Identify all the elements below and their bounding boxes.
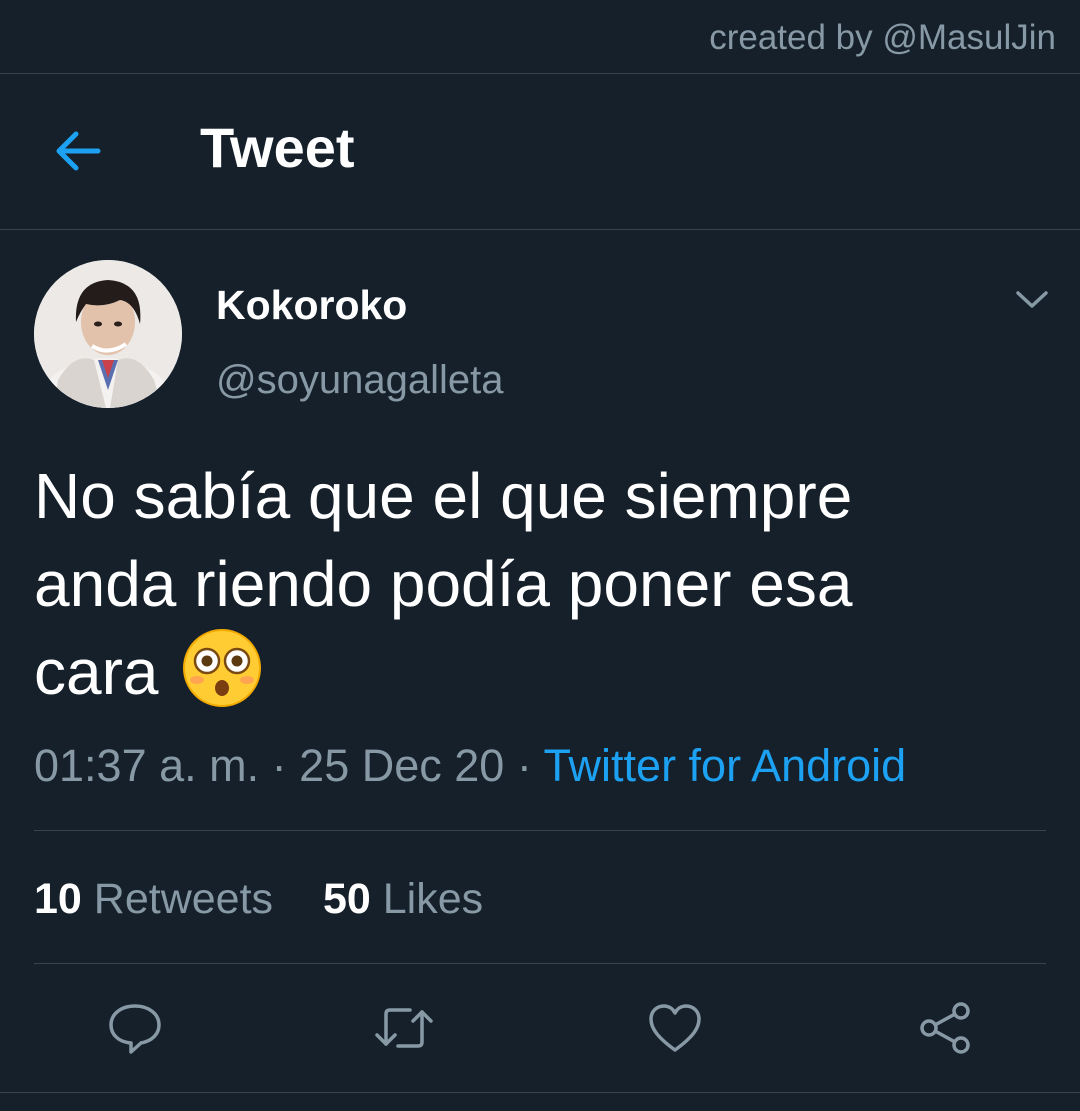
divider (34, 830, 1046, 831)
share-icon (920, 1002, 970, 1054)
tweet-header: Tweet (0, 74, 1080, 230)
chevron-down-icon (1016, 291, 1048, 308)
tweet-body: No sabía que el que siempre anda riendo … (34, 452, 994, 716)
retweets-count: 10 (34, 875, 82, 923)
top-bar: created by @MasulJin (0, 0, 1080, 74)
retweets-stat[interactable]: 10 Retweets (34, 875, 273, 923)
tweet-time: 01:37 a. m. (34, 740, 260, 791)
like-button[interactable] (645, 998, 705, 1058)
likes-stat[interactable]: 50 Likes (323, 875, 483, 923)
reply-button[interactable] (105, 998, 165, 1058)
likes-count: 50 (322, 875, 371, 923)
watermark-credit: created by @MasulJin (709, 18, 1056, 57)
retweets-label: Retweets (93, 875, 274, 923)
bottom-divider (0, 1092, 1080, 1093)
tweet-date: 25 Dec 20 (299, 740, 505, 791)
author-display-name[interactable]: Kokoroko (216, 285, 407, 326)
arrow-left-icon (56, 131, 101, 171)
likes-label: Likes (382, 875, 484, 923)
avatar-photo (34, 260, 182, 408)
tweet-meta: 01:37 a. m. · 25 Dec 20 · Twitter for An… (34, 740, 906, 792)
retweet-button[interactable] (374, 998, 434, 1058)
avatar[interactable] (34, 260, 182, 408)
reply-icon (109, 1004, 161, 1054)
tweet-stats: 10 Retweets 50 Likes (34, 874, 483, 924)
meta-separator: · (271, 740, 287, 791)
share-button[interactable] (915, 998, 975, 1058)
author-handle[interactable]: @soyunagalleta (216, 360, 503, 400)
back-button[interactable] (44, 118, 110, 184)
tweet-source-link[interactable]: Twitter for Android (544, 740, 907, 791)
flushed-face-icon (183, 629, 262, 707)
divider (34, 963, 1046, 964)
meta-separator-2: · (516, 740, 532, 791)
page-title: Tweet (200, 116, 355, 179)
tweet-menu-button[interactable] (1008, 280, 1056, 320)
heart-icon (649, 1004, 701, 1052)
tweet-text: No sabía que el que siempre anda riendo … (34, 460, 853, 708)
retweet-icon (375, 1008, 433, 1048)
